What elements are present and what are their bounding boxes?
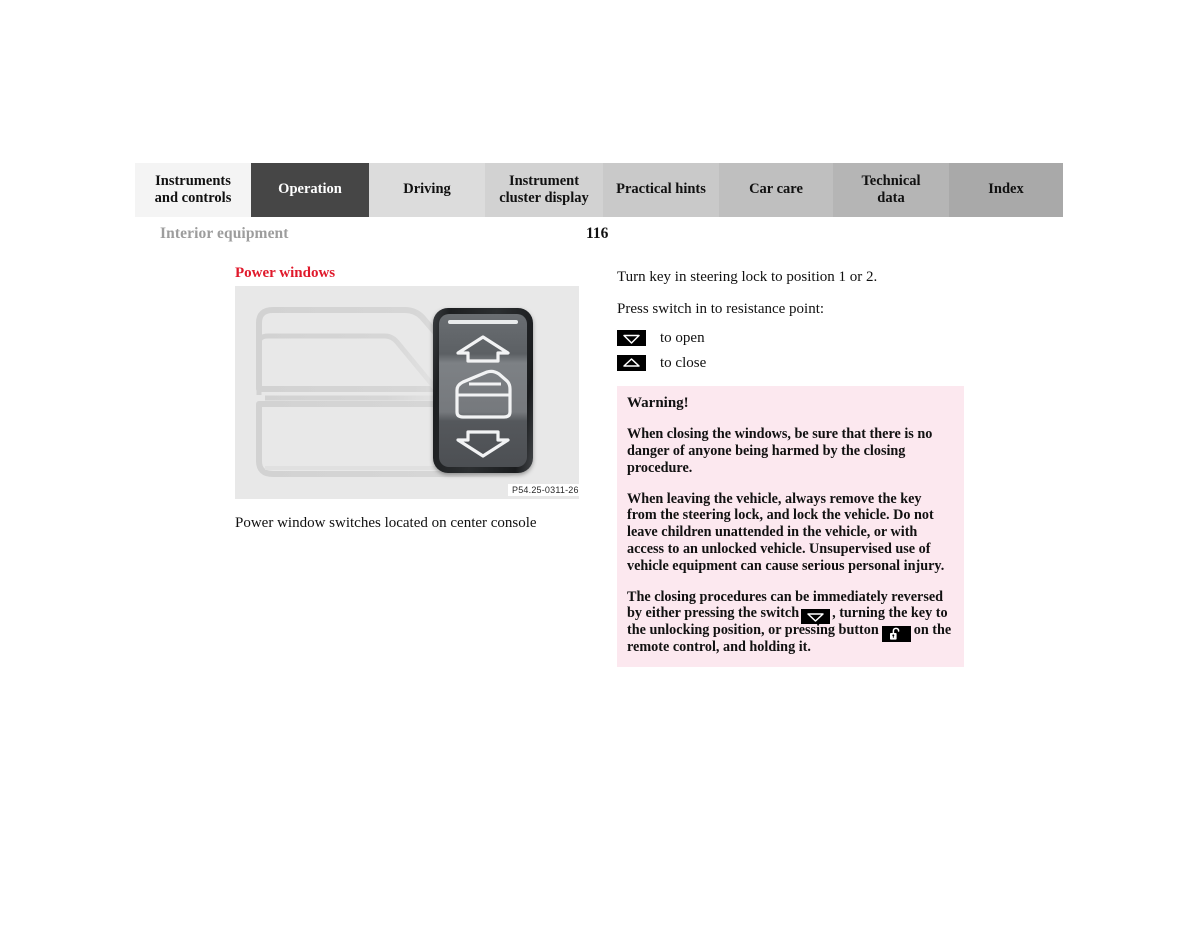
switch-down-arrow-icon [801, 608, 831, 624]
window-down-arrow-icon [456, 430, 510, 458]
switch-highlight [448, 320, 518, 324]
tab-car-care[interactable]: Car care [719, 163, 833, 217]
figure-caption: Power window switches located on center … [235, 515, 537, 531]
instruction-line-1: Turn key in steering lock to position 1 … [617, 269, 878, 285]
tab-practical-hints[interactable]: Practical hints [603, 163, 719, 217]
legend-label-close: to close [660, 354, 707, 371]
page-number: 116 [586, 225, 609, 242]
warning-box: Warning! When closing the windows, be su… [617, 386, 964, 667]
unlock-padlock-icon [881, 625, 911, 642]
manual-page: Instruments and controls Operation Driving… [0, 0, 1200, 927]
warning-paragraph-1: When closing the windows, be sure that t… [627, 426, 933, 476]
warning-paragraph-3: The closing procedures can be immediatel… [627, 589, 954, 656]
car-door-icon [455, 369, 512, 419]
tab-technical-data[interactable]: Technical data [833, 163, 949, 217]
legend-label-open: to open [660, 329, 705, 346]
legend-row-close: to close [617, 355, 965, 372]
window-up-arrow-icon [456, 335, 510, 363]
tab-index[interactable]: Index [949, 163, 1063, 217]
running-head: Interior equipment [160, 225, 289, 242]
tab-instruments-and-controls[interactable]: Instruments and controls [135, 163, 251, 217]
power-window-switch-illustration [235, 286, 579, 499]
switch-down-arrow-icon [617, 330, 646, 346]
instruction-line-2: Press switch in to resistance point: [617, 301, 825, 318]
legend-row-open: to open [617, 330, 965, 347]
tab-instrument-cluster-display[interactable]: Instrument cluster display [485, 163, 603, 217]
figure-reference-code: P54.25-0311-26 [508, 484, 582, 496]
tab-driving[interactable]: Driving [369, 163, 485, 217]
rocker-switch[interactable] [433, 308, 533, 473]
tab-operation[interactable]: Operation [251, 163, 369, 217]
chapter-tab-bar: Instruments and controls Operation Driving… [135, 163, 1063, 217]
warning-paragraph-2: When leaving the vehicle, always remove … [627, 490, 945, 574]
switch-up-arrow-icon [617, 355, 646, 371]
warning-title: Warning! [627, 395, 689, 411]
page-title: Power windows [235, 265, 336, 282]
